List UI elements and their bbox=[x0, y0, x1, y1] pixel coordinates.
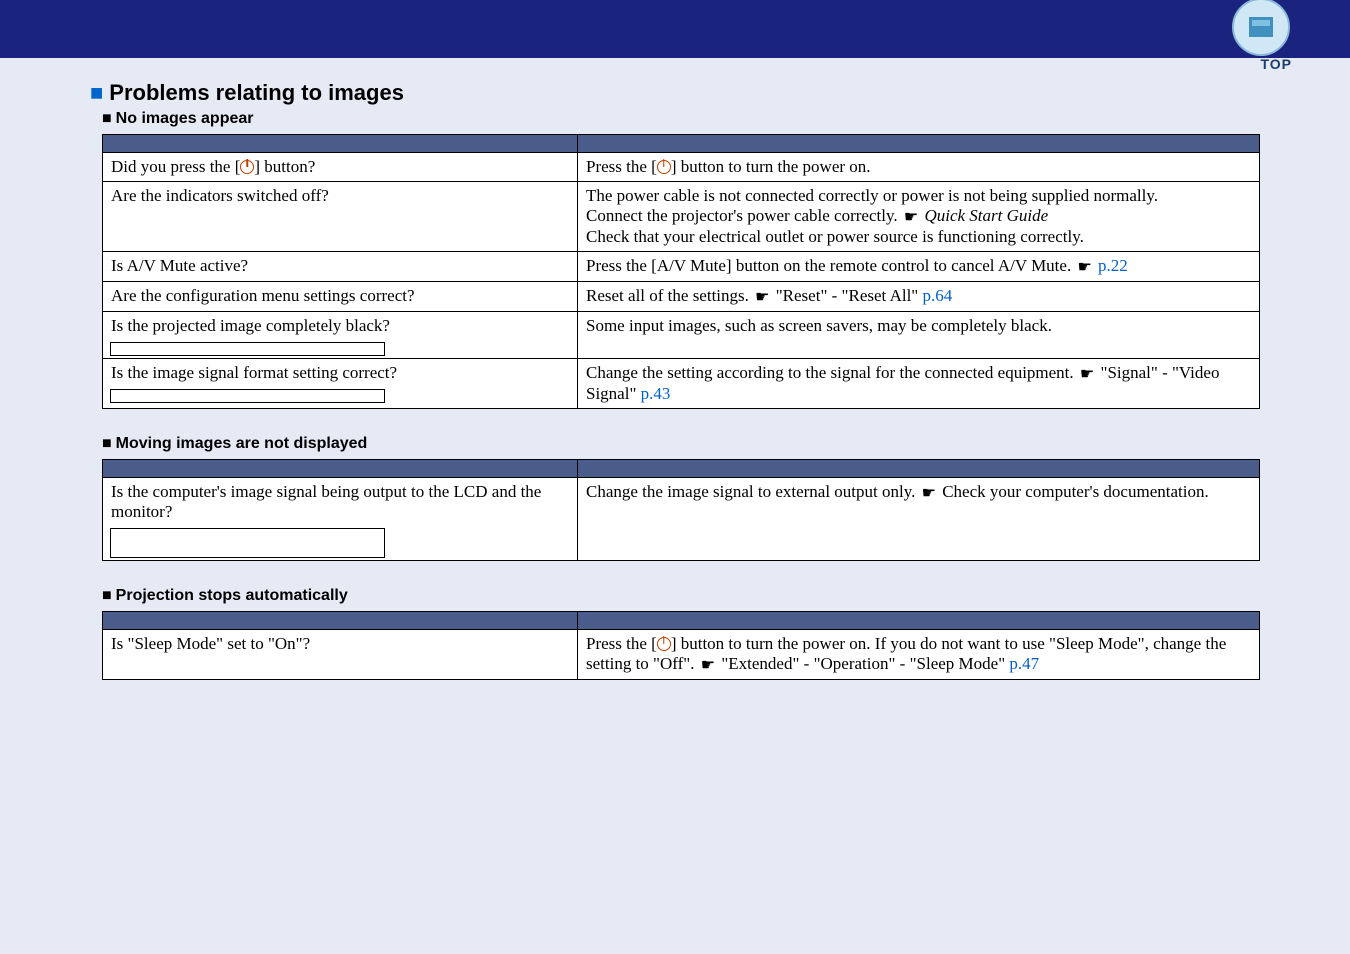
table-no-images: Did you press the [] button? Press the [… bbox=[102, 134, 1260, 409]
check-cell: Did you press the [] button? bbox=[103, 153, 578, 182]
square-bullet-icon: ■ bbox=[90, 80, 103, 105]
sub-heading-1: ■No images appear bbox=[102, 110, 1260, 128]
check-cell: Are the configuration menu settings corr… bbox=[103, 282, 578, 312]
square-bullet-icon: ■ bbox=[102, 435, 112, 452]
table-row: Are the indicators switched off? The pow… bbox=[103, 182, 1260, 252]
check-text: Is the image signal format setting corre… bbox=[111, 363, 397, 382]
reference-icon: ☛ bbox=[755, 287, 769, 307]
remedy-text: "Reset" - "Reset All" bbox=[771, 286, 922, 305]
check-cell: Is the computer's image signal being out… bbox=[103, 478, 578, 561]
power-icon bbox=[657, 637, 671, 651]
reference-icon: ☛ bbox=[904, 207, 918, 227]
remedy-cell: Press the [] button to turn the power on… bbox=[578, 630, 1260, 680]
remedy-text: "Extended" - "Operation" - "Sleep Mode" bbox=[717, 654, 1009, 673]
table-row: Are the configuration menu settings corr… bbox=[103, 282, 1260, 312]
reference-icon: ☛ bbox=[1080, 364, 1094, 384]
reference-italic: Quick Start Guide bbox=[924, 206, 1048, 225]
table-header-row bbox=[103, 135, 1260, 153]
square-bullet-icon: ■ bbox=[102, 110, 112, 127]
remedy-cell: Press the [A/V Mute] button on the remot… bbox=[578, 252, 1260, 282]
sub-heading-1-text: No images appear bbox=[116, 110, 254, 127]
remedy-text: Press the [A/V Mute] button on the remot… bbox=[586, 256, 1075, 275]
page-link[interactable]: p.64 bbox=[922, 286, 952, 305]
remedy-cell: Some input images, such as screen savers… bbox=[578, 312, 1260, 359]
remedy-line: Connect the projector's power cable corr… bbox=[586, 206, 902, 225]
remedy-text: Change the image signal to external outp… bbox=[586, 482, 920, 501]
main-heading-text: Problems relating to images bbox=[109, 80, 404, 105]
square-bullet-icon: ■ bbox=[102, 587, 112, 604]
table-header-row bbox=[103, 612, 1260, 630]
reference-icon: ☛ bbox=[922, 483, 936, 503]
check-text: Is the projected image completely black? bbox=[111, 316, 390, 335]
remedy-line: Check that your electrical outlet or pow… bbox=[586, 227, 1084, 246]
sub-heading-2: ■Moving images are not displayed bbox=[102, 435, 1260, 453]
table-row: Is A/V Mute active? Press the [A/V Mute]… bbox=[103, 252, 1260, 282]
table-row: Is the image signal format setting corre… bbox=[103, 359, 1260, 409]
table-row: Is the computer's image signal being out… bbox=[103, 478, 1260, 561]
reference-icon: ☛ bbox=[1077, 257, 1091, 277]
remedy-cell: The power cable is not connected correct… bbox=[578, 182, 1260, 252]
sub-heading-3-text: Projection stops automatically bbox=[116, 587, 348, 604]
subnote-box bbox=[110, 342, 385, 356]
check-cell: Are the indicators switched off? bbox=[103, 182, 578, 252]
top-logo-icon[interactable] bbox=[1232, 0, 1290, 56]
remedy-text: Change the setting according to the sign… bbox=[586, 363, 1078, 382]
table-row: Is "Sleep Mode" set to "On"? Press the [… bbox=[103, 630, 1260, 680]
remedy-cell: Reset all of the settings. ☛ "Reset" - "… bbox=[578, 282, 1260, 312]
remedy-line: The power cable is not connected correct… bbox=[586, 186, 1158, 205]
reference-icon: ☛ bbox=[701, 655, 715, 675]
page-link[interactable]: p.43 bbox=[641, 384, 671, 403]
header-bar: TOP bbox=[0, 0, 1350, 58]
content-area: ■Problems relating to images ■No images … bbox=[0, 58, 1350, 680]
page-link[interactable]: p.22 bbox=[1098, 256, 1128, 275]
table-row: Did you press the [] button? Press the [… bbox=[103, 153, 1260, 182]
subnote-box bbox=[110, 528, 385, 558]
sub-heading-2-text: Moving images are not displayed bbox=[116, 435, 368, 452]
table-header-row bbox=[103, 460, 1260, 478]
col-remedy bbox=[578, 612, 1260, 630]
remedy-cell: Change the image signal to external outp… bbox=[578, 478, 1260, 561]
check-text: Is the computer's image signal being out… bbox=[111, 482, 541, 521]
remedy-text: Check your computer's documentation. bbox=[938, 482, 1209, 501]
col-remedy bbox=[578, 135, 1260, 153]
table-projection-stops: Is "Sleep Mode" set to "On"? Press the [… bbox=[102, 611, 1260, 680]
remedy-cell: Press the [] button to turn the power on… bbox=[578, 153, 1260, 182]
power-icon bbox=[240, 160, 254, 174]
section-heading: ■Problems relating to images bbox=[90, 80, 1260, 106]
page-link[interactable]: p.47 bbox=[1009, 654, 1039, 673]
col-check bbox=[103, 135, 578, 153]
remedy-cell: Change the setting according to the sign… bbox=[578, 359, 1260, 409]
table-row: Is the projected image completely black?… bbox=[103, 312, 1260, 359]
power-icon bbox=[657, 160, 671, 174]
top-label: TOP bbox=[1260, 56, 1292, 72]
subnote-box bbox=[110, 389, 385, 403]
check-cell: Is "Sleep Mode" set to "On"? bbox=[103, 630, 578, 680]
check-cell: Is the image signal format setting corre… bbox=[103, 359, 578, 409]
remedy-text: Reset all of the settings. bbox=[586, 286, 753, 305]
col-remedy bbox=[578, 460, 1260, 478]
check-cell: Is A/V Mute active? bbox=[103, 252, 578, 282]
table-moving-images: Is the computer's image signal being out… bbox=[102, 459, 1260, 561]
col-check bbox=[103, 612, 578, 630]
col-check bbox=[103, 460, 578, 478]
sub-heading-3: ■Projection stops automatically bbox=[102, 587, 1260, 605]
check-cell: Is the projected image completely black? bbox=[103, 312, 578, 359]
